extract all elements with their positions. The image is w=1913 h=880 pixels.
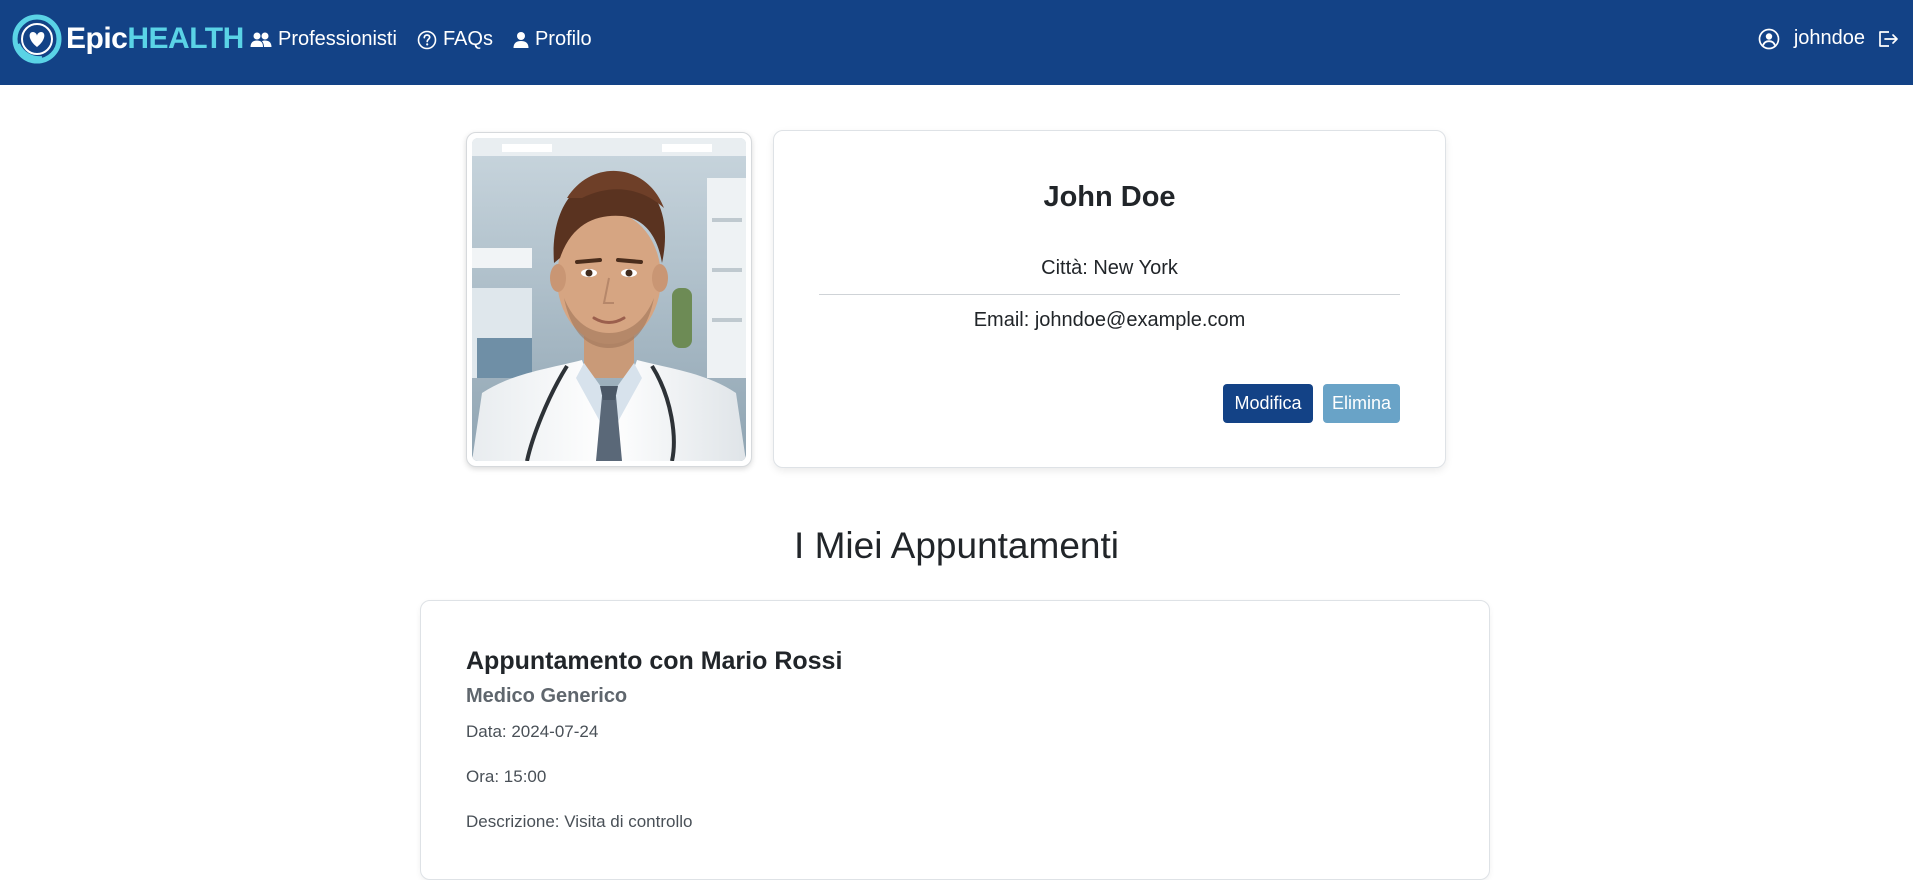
user-circle-icon (1758, 28, 1780, 49)
users-icon (250, 32, 272, 47)
nav-item-profilo[interactable]: Profilo (513, 28, 592, 51)
profile-info-card: John Doe Città: New York Email: johndoe@… (773, 130, 1446, 468)
appointment-time: Ora: 15:00 (466, 767, 547, 786)
appointment-title: Appuntamento con Mario Rossi (466, 647, 843, 675)
brand-logo-link[interactable]: EpicHEALTH (12, 14, 244, 64)
appointment-description: Descrizione: Visita di controllo (466, 812, 693, 831)
top-navbar: EpicHEALTH Professionisti FAQs Profilo j… (0, 0, 1913, 85)
nav-item-professionisti[interactable]: Professionisti (250, 28, 397, 51)
nav-item-label: Profilo (534, 28, 592, 50)
profile-name: John Doe (1043, 181, 1176, 213)
brand-name-part2: HEALTH (127, 22, 244, 55)
nav-item-label: FAQs (442, 28, 493, 50)
question-circle-icon (417, 30, 437, 49)
heart-hand-logo-icon (12, 14, 62, 64)
user-menu: johndoe (1758, 27, 1899, 50)
delete-profile-button[interactable]: Elimina (1323, 384, 1400, 423)
edit-profile-button[interactable]: Modifica (1223, 384, 1313, 423)
profile-photo (472, 138, 746, 461)
person-icon (513, 31, 529, 48)
nav-item-label: Professionisti (278, 28, 397, 50)
appointment-specialty: Medico Generico (466, 685, 628, 707)
logout-icon[interactable] (1877, 29, 1899, 49)
profile-city: Città: New York (1041, 257, 1178, 279)
nav-item-faqs[interactable]: FAQs (417, 28, 493, 51)
nav-links: Professionisti FAQs Profilo (250, 28, 612, 51)
profile-photo-card (466, 132, 752, 467)
info-divider (819, 294, 1400, 295)
appointment-date: Data: 2024-07-24 (466, 722, 599, 741)
brand-name: EpicHEALTH (66, 22, 244, 56)
appointments-section-title: I Miei Appuntamenti (794, 525, 1119, 566)
appointment-card: Appuntamento con Mario Rossi Medico Gene… (420, 600, 1490, 880)
brand-name-part1: Epic (66, 22, 128, 55)
profile-email: Email: johndoe@example.com (973, 309, 1246, 331)
username-label[interactable]: johndoe (1794, 27, 1865, 50)
